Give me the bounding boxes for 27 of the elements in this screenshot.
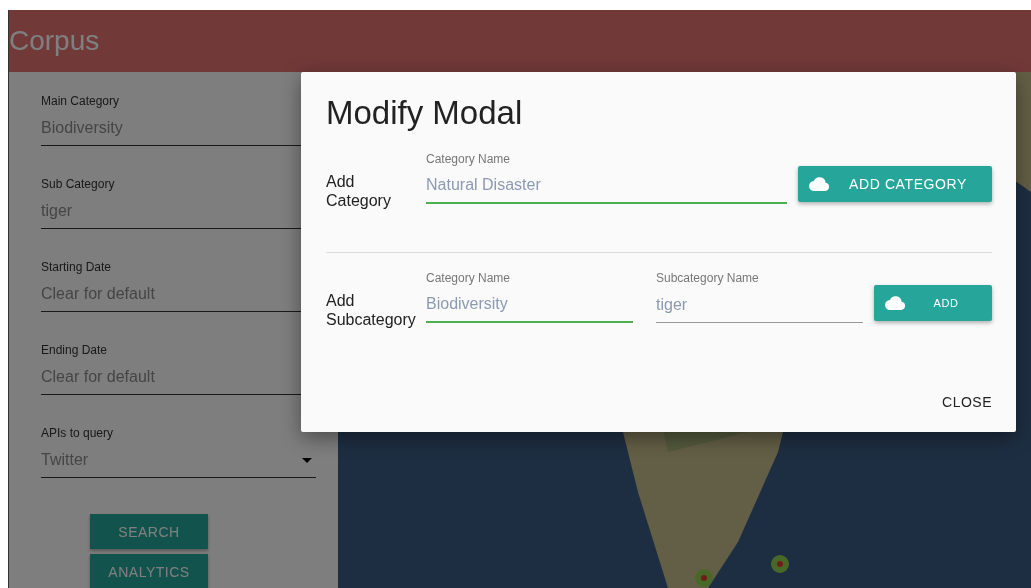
input-field[interactable]: tiger (656, 287, 863, 323)
app-title: Corpus (9, 25, 100, 57)
input-field[interactable]: Clear for default (41, 359, 316, 395)
close-button[interactable]: CLOSE (942, 388, 992, 416)
input-field[interactable]: Biodiversity (426, 287, 633, 323)
sidebar-button[interactable]: ANALYTICS (90, 554, 208, 588)
section-label: Add Category (326, 172, 392, 210)
field-label: Category Name (426, 152, 512, 166)
field-label: Ending Date (41, 343, 109, 357)
field-label: Starting Date (41, 260, 113, 274)
cloud-icon (809, 177, 830, 191)
input-field[interactable]: Natural Disaster (426, 168, 787, 204)
modal-title: Modify Modal (326, 93, 524, 133)
field-label: Main Category (41, 94, 121, 108)
field-label: Category Name (426, 271, 512, 285)
cloud-icon (885, 296, 906, 310)
caret-icon (302, 458, 312, 463)
upload-button[interactable]: ADD CATEGORY (798, 166, 992, 202)
input-field[interactable]: Clear for default (41, 276, 316, 312)
select-field[interactable]: Biodiversity (41, 110, 316, 146)
upload-button[interactable]: ADD (874, 285, 992, 321)
select-field[interactable]: Twitter (41, 442, 316, 478)
field-label: APIs to query (41, 426, 115, 440)
field-label: Subcategory Name (656, 271, 760, 285)
sidebar-button[interactable]: SEARCH (90, 514, 208, 549)
field-label: Sub Category (41, 177, 116, 191)
section-label: Add Subcategory (326, 291, 417, 329)
